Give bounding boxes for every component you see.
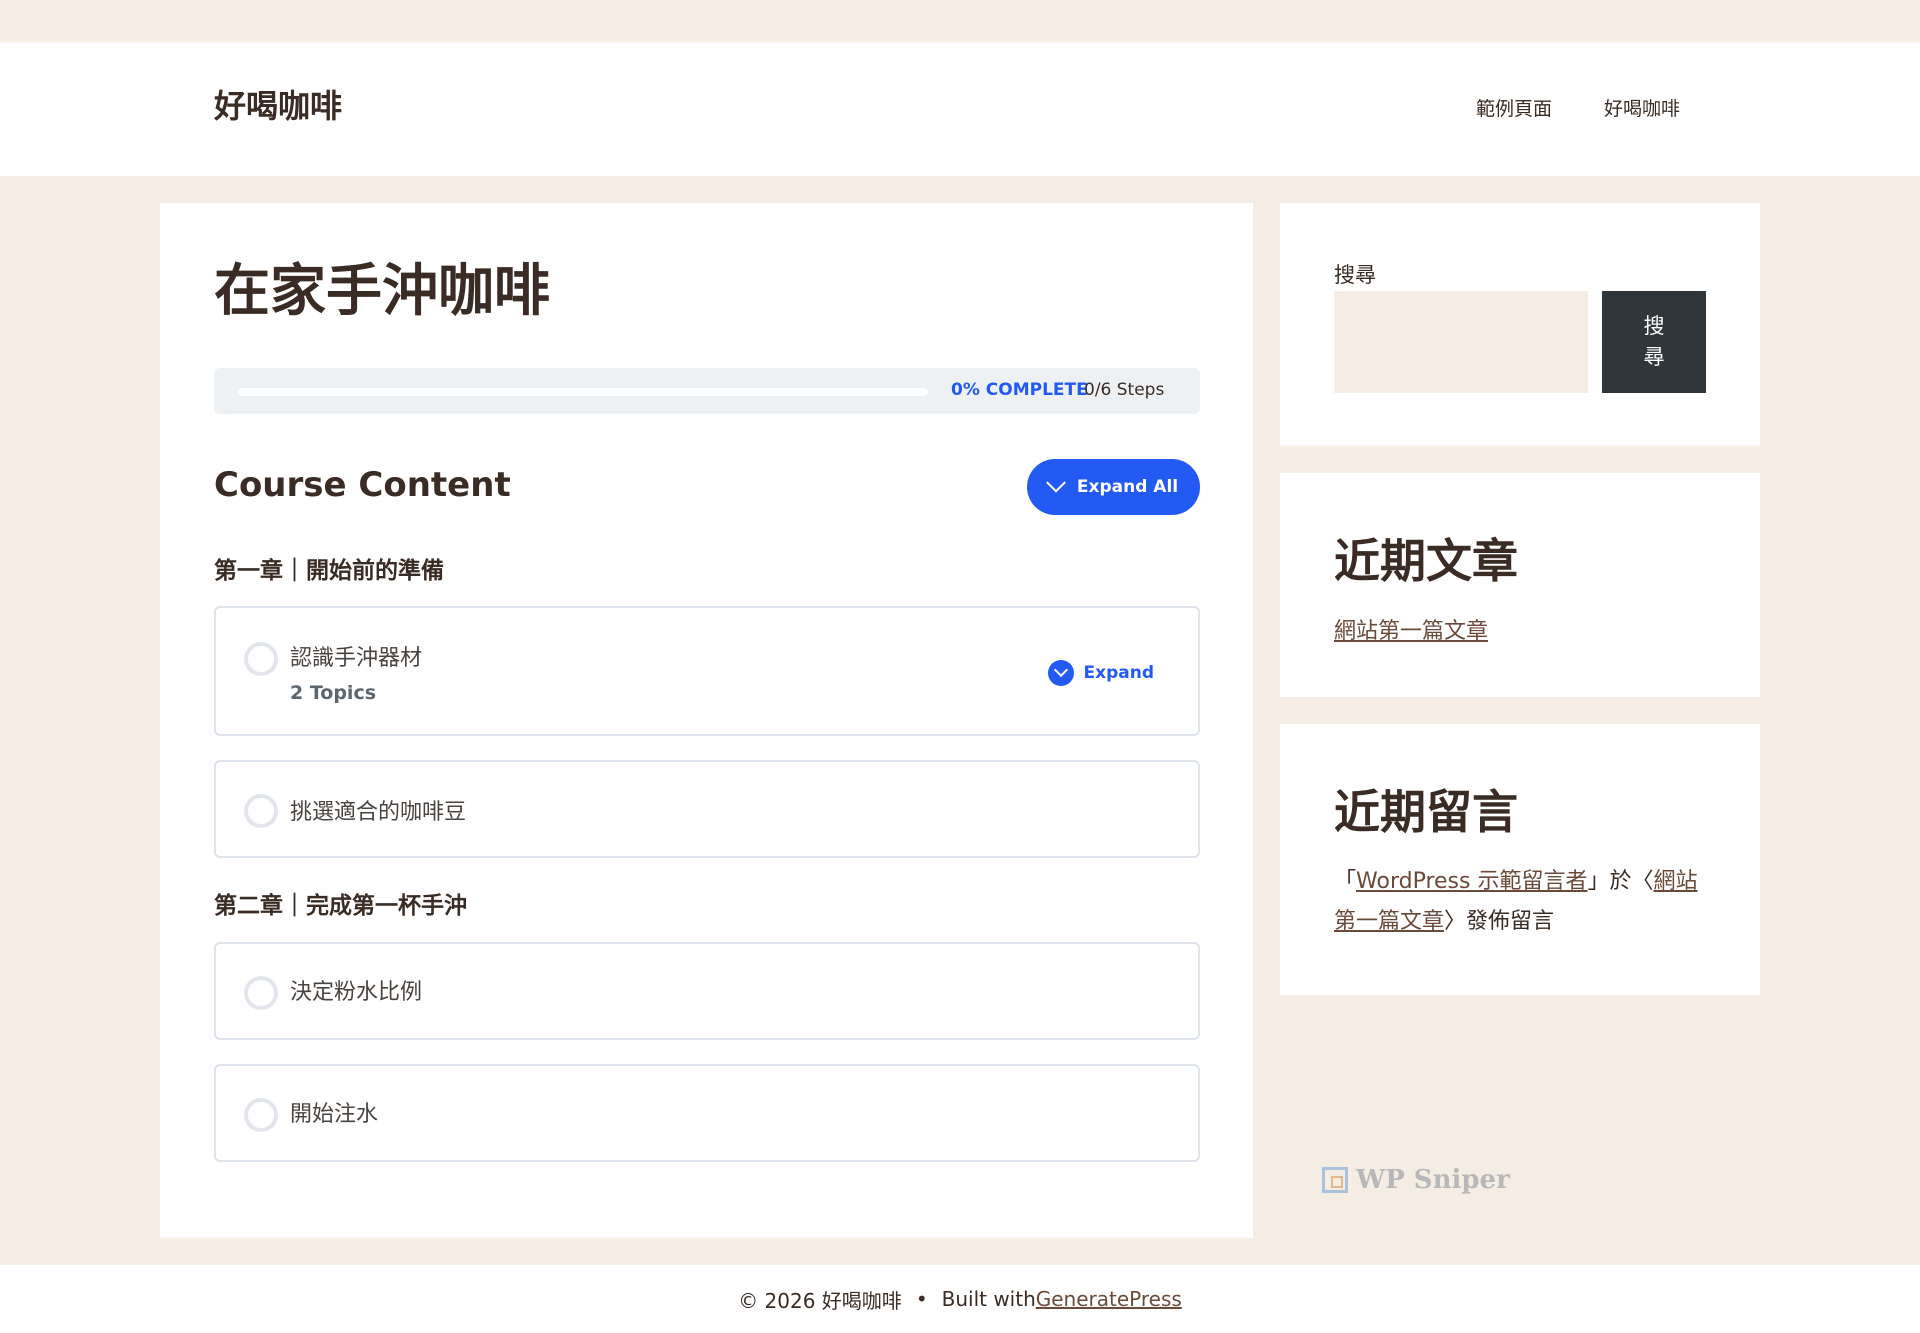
incomplete-status-icon [244, 794, 278, 828]
lesson-item[interactable]: 挑選適合的咖啡豆 [214, 760, 1200, 858]
search-button-label: 搜 尋 [1643, 313, 1665, 370]
section-heading: 第一章｜開始前的準備 [214, 558, 444, 584]
site-title[interactable]: 好喝咖啡 [214, 90, 342, 122]
comment-open-quote: 「 [1334, 869, 1357, 894]
footer-theme-link[interactable]: GeneratePress [1036, 1287, 1182, 1311]
recent-posts-title: 近期文章 [1334, 534, 1518, 588]
page-title: 在家手沖咖啡 [214, 259, 550, 324]
incomplete-status-icon [244, 642, 278, 676]
course-progress: 0% COMPLETE 0/6 Steps [214, 368, 1200, 414]
recent-comments-widget: 近期留言 「WordPress 示範留言者」於〈網站第一篇文章〉發佈留言 [1280, 724, 1760, 995]
nav-item-sample-page[interactable]: 範例頁面 [1476, 94, 1552, 121]
search-button[interactable]: 搜 尋 [1602, 291, 1706, 393]
search-input[interactable] [1334, 291, 1588, 393]
recent-post-link[interactable]: 網站第一篇文章 [1334, 613, 1488, 645]
section-heading: 第二章｜完成第一杯手沖 [214, 893, 467, 919]
lesson-topics-count: 2 Topics [290, 682, 377, 704]
site-header: 好喝咖啡 範例頁面 好喝咖啡 [0, 42, 1920, 176]
course-content-heading: Course Content [214, 465, 511, 505]
comment-end-text: 〉發佈留言 [1444, 909, 1555, 934]
footer-built-with: Built with [941, 1287, 1036, 1311]
recent-posts-widget: 近期文章 網站第一篇文章 [1280, 473, 1760, 697]
progress-steps-label: 0/6 Steps [1084, 380, 1165, 400]
main-nav: 範例頁面 好喝咖啡 [1476, 94, 1680, 121]
incomplete-status-icon [244, 1098, 278, 1132]
recent-comments-title: 近期留言 [1334, 785, 1518, 839]
nav-item-good-coffee[interactable]: 好喝咖啡 [1604, 94, 1680, 121]
search-label: 搜尋 [1334, 263, 1376, 287]
comment-mid-text: 」於〈 [1587, 869, 1654, 894]
course-content-card: 在家手沖咖啡 0% COMPLETE 0/6 Steps Course Cont… [160, 203, 1253, 1238]
lesson-item[interactable]: 決定粉水比例 [214, 942, 1200, 1040]
lesson-expand-label: Expand [1083, 663, 1155, 683]
lesson-title[interactable]: 挑選適合的咖啡豆 [290, 794, 466, 826]
expand-all-button[interactable]: Expand All [1027, 459, 1200, 515]
wp-sniper-watermark: WP Sniper [1322, 1165, 1510, 1195]
chevron-down-circle-icon [1047, 660, 1074, 686]
search-widget: 搜尋 搜 尋 [1280, 203, 1760, 446]
lesson-title[interactable]: 認識手沖器材 [290, 640, 422, 672]
lesson-title[interactable]: 決定粉水比例 [290, 974, 422, 1006]
progress-percent-label: 0% COMPLETE [951, 380, 1088, 400]
lesson-item[interactable]: 開始注水 [214, 1064, 1200, 1162]
lesson-item[interactable]: 認識手沖器材 2 Topics Expand [214, 606, 1200, 736]
comment-author-link[interactable]: WordPress 示範留言者 [1356, 869, 1587, 894]
wp-sniper-logo-icon [1322, 1167, 1348, 1193]
site-footer: © 2026 好喝咖啡 • Built with GeneratePress [0, 1265, 1920, 1333]
expand-all-label: Expand All [1076, 477, 1179, 497]
lesson-expand-button[interactable]: Expand [1047, 660, 1155, 686]
watermark-text: WP Sniper [1356, 1165, 1510, 1195]
lesson-title[interactable]: 開始注水 [290, 1096, 378, 1128]
footer-separator: • [915, 1287, 928, 1311]
footer-copyright: © 2026 好喝咖啡 [738, 1288, 902, 1313]
progress-bar [238, 388, 928, 396]
recent-comment-item: 「WordPress 示範留言者」於〈網站第一篇文章〉發佈留言 [1334, 862, 1714, 942]
chevron-down-icon [1045, 472, 1066, 493]
incomplete-status-icon [244, 976, 278, 1010]
